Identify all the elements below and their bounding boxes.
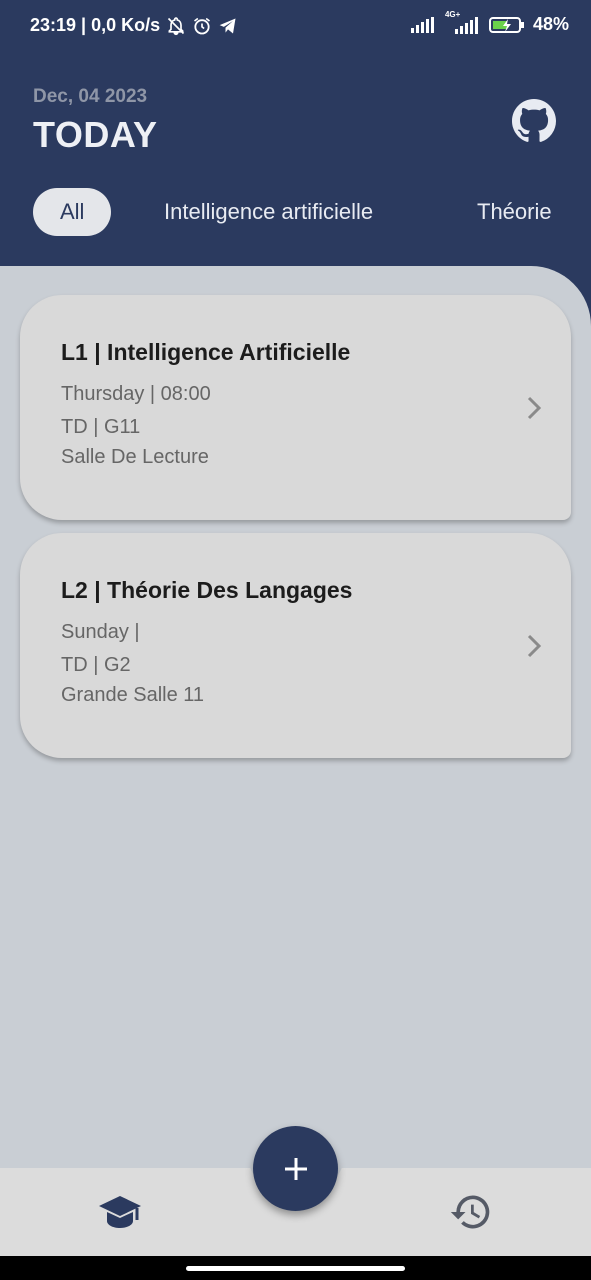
page-title: TODAY <box>33 114 158 155</box>
course-title: L2 | Théorie Des Langages <box>61 577 353 603</box>
course-room: Grande Salle 11 <box>61 684 205 706</box>
filter-chip-intelligence-artificielle[interactable]: Intelligence artificielle <box>164 188 373 236</box>
course-day-time: Thursday | 08:00 <box>61 383 211 405</box>
course-day-time: Sunday | <box>61 621 140 643</box>
battery-icon <box>488 16 525 34</box>
current-date: Dec, 04 2023 <box>33 86 148 107</box>
filter-chips: All Intelligence artificielle Théorie <box>0 188 591 236</box>
filter-chip-theorie[interactable]: Théorie <box>477 188 552 236</box>
chevron-right-icon <box>525 395 543 421</box>
course-list: L1 | Intelligence Artificielle Thursday … <box>0 266 591 1168</box>
network-type-label: 4G+ <box>444 9 461 19</box>
plus-icon <box>284 1157 307 1180</box>
course-card[interactable]: L1 | Intelligence Artificielle Thursday … <box>20 295 571 520</box>
course-room: Salle De Lecture <box>61 446 209 468</box>
course-type-group: TD | G2 <box>61 654 131 676</box>
add-course-button[interactable] <box>253 1126 338 1211</box>
home-indicator[interactable] <box>186 1266 405 1271</box>
course-title: L1 | Intelligence Artificielle <box>61 339 351 365</box>
signal-icon <box>410 16 437 33</box>
status-time: 23:19 | 0,0 Ko/s <box>30 15 161 35</box>
course-type-group: TD | G11 <box>61 416 141 438</box>
alarm-icon <box>192 16 212 36</box>
filter-chip-all[interactable]: All <box>33 188 112 236</box>
telegram-icon <box>218 16 238 36</box>
course-card[interactable]: L2 | Théorie Des Langages Sunday | TD | … <box>20 533 571 758</box>
signal-4g-icon: 4G+ <box>445 10 481 34</box>
github-icon[interactable] <box>512 99 556 143</box>
battery-level: 48% <box>532 14 569 34</box>
chevron-right-icon <box>525 633 543 659</box>
history-icon[interactable] <box>449 1190 493 1234</box>
status-bar: 23:19 | 0,0 Ko/s 4G+ 48% <box>0 0 591 52</box>
bell-off-icon <box>166 16 186 36</box>
graduation-cap-icon[interactable] <box>97 1192 143 1234</box>
